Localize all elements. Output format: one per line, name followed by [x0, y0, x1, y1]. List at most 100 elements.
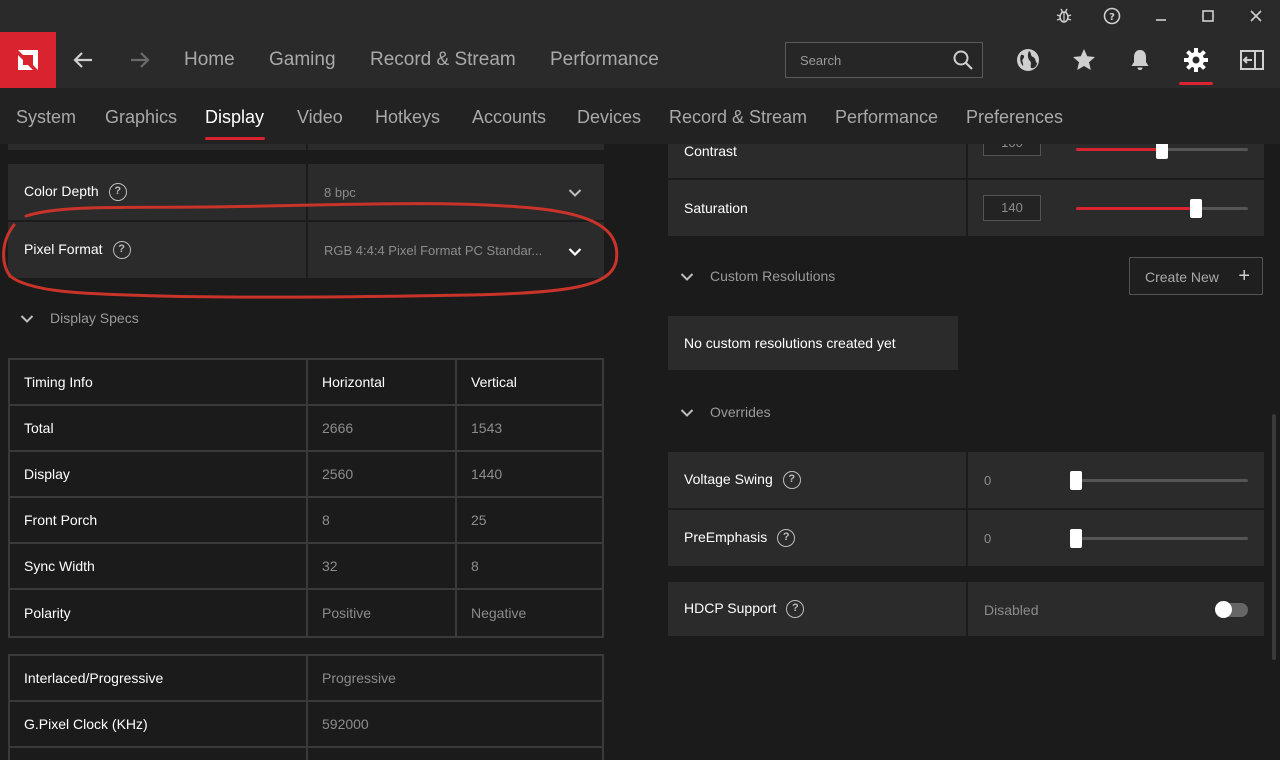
close-icon[interactable]: [1241, 4, 1271, 28]
preemphasis-slider[interactable]: [1070, 529, 1248, 548]
custom-resolutions-header[interactable]: Custom Resolutions: [680, 268, 835, 285]
color-depth-value[interactable]: 8 bpc: [324, 185, 356, 200]
table-cell: 2666: [306, 406, 455, 450]
maximize-icon[interactable]: [1193, 4, 1223, 28]
radeon-software-window: ? Home Gaming Record & Stream Performanc…: [0, 0, 1280, 760]
tab-accounts[interactable]: Accounts: [472, 107, 546, 128]
search-box[interactable]: Search: [785, 42, 983, 78]
saturation-slider[interactable]: [1076, 199, 1248, 218]
overrides-header[interactable]: Overrides: [680, 404, 771, 421]
star-icon[interactable]: [1068, 44, 1100, 76]
pixel-format-value[interactable]: RGB 4:4:4 Pixel Format PC Standar...: [324, 243, 542, 258]
no-custom-resolutions-card: No custom resolutions created yet: [668, 316, 958, 370]
column-header: Horizontal: [306, 360, 455, 404]
tab-record-stream[interactable]: Record & Stream: [669, 107, 807, 128]
contrast-value-box[interactable]: 100: [983, 144, 1041, 156]
contrast-slider-fill: [1076, 148, 1162, 151]
main-nav-bar: Home Gaming Record & Stream Performance …: [0, 32, 1280, 88]
preemphasis-label: PreEmphasis?: [684, 529, 796, 548]
sidebar-toggle-icon[interactable]: [1236, 44, 1268, 76]
bell-icon[interactable]: [1124, 44, 1156, 76]
table-cell: Interlaced/Progressive: [24, 670, 164, 686]
hdcp-toggle[interactable]: [1215, 601, 1248, 618]
create-new-button[interactable]: Create New +: [1129, 257, 1263, 295]
back-arrow-icon[interactable]: [69, 46, 97, 74]
display-extra-table: Interlaced/Progressive Progressive G.Pix…: [8, 654, 604, 760]
amd-logo[interactable]: [0, 32, 56, 88]
gear-icon[interactable]: [1180, 44, 1212, 76]
table-cell: Sync Width: [24, 558, 95, 574]
tab-devices[interactable]: Devices: [577, 107, 641, 128]
tab-preferences[interactable]: Preferences: [966, 107, 1063, 128]
chevron-down-icon[interactable]: [568, 244, 582, 262]
voltage-swing-slider[interactable]: [1070, 471, 1248, 490]
tab-graphics[interactable]: Graphics: [105, 107, 177, 128]
help-icon[interactable]: ?: [782, 471, 801, 490]
help-icon[interactable]: ?: [112, 241, 131, 260]
scrollbar[interactable]: [1272, 414, 1276, 660]
voltage-swing-label: Voltage Swing?: [684, 471, 801, 490]
help-icon[interactable]: ?: [108, 183, 127, 202]
toggle-knob: [1215, 601, 1232, 618]
saturation-slider-thumb[interactable]: [1190, 199, 1202, 218]
bug-report-icon[interactable]: [1049, 4, 1079, 28]
search-input[interactable]: Search: [800, 53, 841, 68]
tab-system[interactable]: System: [16, 107, 76, 128]
hdcp-support-status: Disabled: [984, 602, 1039, 618]
display-specs-header[interactable]: Display Specs: [20, 310, 139, 327]
pixel-format-row[interactable]: Pixel Format? RGB 4:4:4 Pixel Format PC …: [8, 222, 604, 278]
forward-arrow-icon[interactable]: [126, 46, 154, 74]
globe-icon[interactable]: [1012, 44, 1044, 76]
table-row: Total 2666 1543: [10, 406, 602, 452]
table-cell: Negative: [455, 590, 604, 636]
preemphasis-slider-thumb[interactable]: [1070, 529, 1082, 548]
tab-video[interactable]: Video: [297, 107, 343, 128]
minimize-icon[interactable]: [1146, 4, 1176, 28]
tab-display[interactable]: Display: [205, 107, 264, 128]
table-cell: G.Pixel Clock (KHz): [24, 716, 148, 732]
table-cell: 8: [455, 544, 604, 588]
saturation-value-box[interactable]: 140: [983, 195, 1041, 221]
chevron-down-icon[interactable]: [20, 311, 34, 327]
table-row: Sync Width 32 8: [10, 544, 602, 590]
table-row: Display 2560 1440: [10, 452, 602, 498]
help-icon[interactable]: ?: [777, 529, 796, 548]
preemphasis-value: 0: [984, 531, 992, 546]
settings-tab-bar: System Graphics Display Video Hotkeys Ac…: [0, 88, 1280, 144]
tab-performance[interactable]: Performance: [835, 107, 938, 128]
search-icon[interactable]: [952, 49, 974, 76]
contrast-slider-thumb[interactable]: [1156, 144, 1168, 159]
contrast-label: Contrast: [684, 144, 737, 159]
table-cell: 1440: [455, 452, 604, 496]
help-icon[interactable]: ?: [1097, 4, 1127, 28]
chevron-down-icon[interactable]: [568, 185, 582, 203]
nav-home[interactable]: Home: [184, 49, 235, 71]
table-cell: 1543: [455, 406, 604, 450]
voltage-swing-slider-thumb[interactable]: [1070, 471, 1082, 490]
create-new-label: Create New: [1145, 269, 1219, 285]
pixel-format-label: Pixel Format?: [24, 241, 131, 260]
table-row: Interlaced/Progressive Progressive: [10, 656, 602, 702]
nav-gaming[interactable]: Gaming: [269, 49, 336, 71]
color-depth-label: Color Depth?: [24, 183, 127, 202]
previous-setting-row: [8, 144, 604, 150]
contrast-slider[interactable]: [1076, 144, 1248, 159]
table-cell: Front Porch: [24, 512, 98, 528]
hdcp-support-label: HDCP Support?: [684, 600, 805, 619]
voltage-swing-row: Voltage Swing? 0: [668, 452, 1264, 508]
tab-hotkeys[interactable]: Hotkeys: [375, 107, 440, 128]
no-custom-resolutions-text: No custom resolutions created yet: [684, 335, 896, 351]
table-row: [10, 748, 602, 760]
color-depth-row[interactable]: Color Depth? 8 bpc: [8, 164, 604, 220]
help-icon[interactable]: ?: [786, 600, 805, 619]
nav-record-stream[interactable]: Record & Stream: [370, 49, 516, 71]
table-cell: 25: [455, 498, 604, 542]
table-cell: [10, 748, 306, 760]
chevron-down-icon[interactable]: [680, 269, 694, 285]
display-settings-content: Color Depth? 8 bpc Pixel Format? RGB 4:4…: [0, 144, 1280, 760]
nav-performance[interactable]: Performance: [550, 49, 659, 71]
table-cell: 8: [306, 498, 455, 542]
chevron-down-icon[interactable]: [680, 405, 694, 421]
plus-icon: +: [1238, 265, 1250, 287]
active-tab-indicator: [205, 137, 265, 140]
